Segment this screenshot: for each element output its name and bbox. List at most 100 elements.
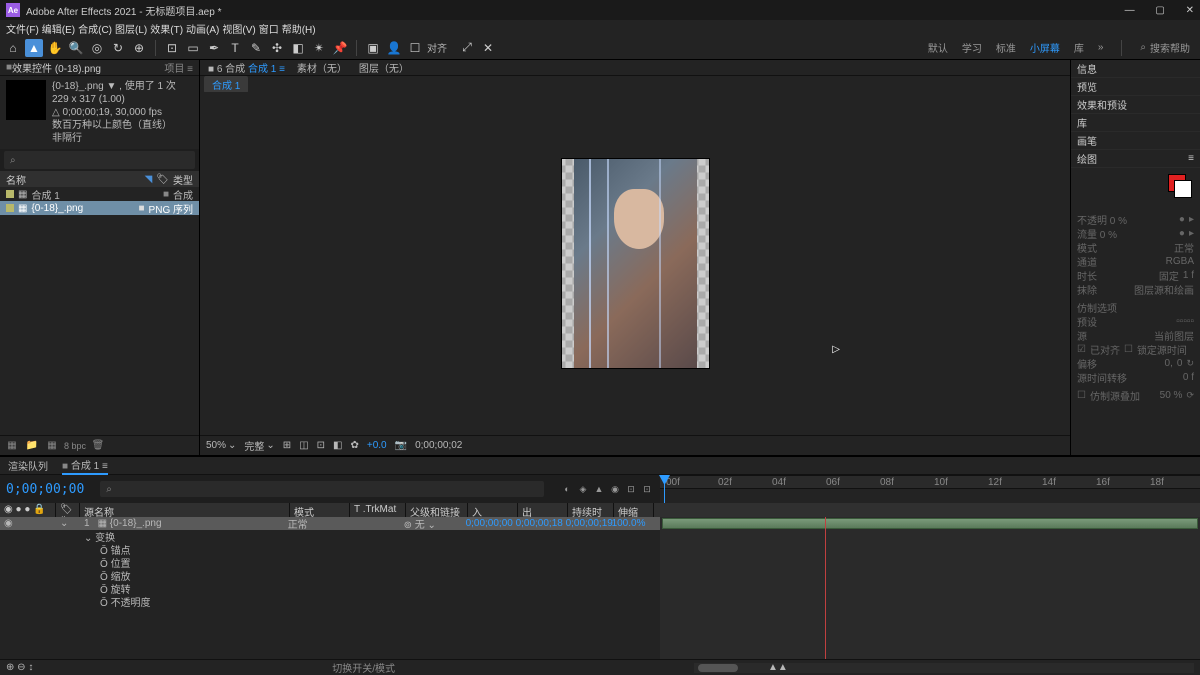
clone-tool[interactable]: ✣ [268, 39, 286, 57]
menu-file[interactable]: 文件(F) [6, 21, 39, 36]
tl-icon-2[interactable]: ◈ [576, 482, 590, 496]
eraser-tool[interactable]: ◧ [289, 39, 307, 57]
trash-button[interactable]: 🗑 [90, 438, 106, 454]
anchor-tool[interactable]: ⊡ [163, 39, 181, 57]
snapshot-button[interactable]: 📷 [395, 440, 407, 451]
workspace-standard[interactable]: 标准 [996, 40, 1016, 55]
comp-button[interactable]: ▦ [44, 438, 60, 454]
comp-tab-active[interactable]: 合成 1 ≡ [248, 64, 285, 75]
col-stretch[interactable]: 伸缩 [614, 503, 654, 517]
pickwhip-icon[interactable]: ⊚ [404, 520, 412, 531]
layer-tab[interactable]: 图层（无） [359, 60, 409, 75]
project-row-comp[interactable]: ▦ 合成 1 ■ 合成 [0, 187, 199, 201]
text-tool[interactable]: T [226, 39, 244, 57]
render-queue-tab[interactable]: 渲染队列 [8, 458, 48, 473]
preview-timecode[interactable]: 0;00;00;02 [415, 440, 462, 451]
rotate-tool[interactable]: ↻ [109, 39, 127, 57]
folder-button[interactable]: 📁 [24, 438, 40, 454]
current-timecode[interactable]: 0;00;00;00 [6, 482, 84, 497]
pen-tool[interactable]: ✒ [205, 39, 223, 57]
workspace-small[interactable]: 小屏幕 [1030, 40, 1060, 55]
tl-icon-4[interactable]: ◉ [608, 482, 622, 496]
close-button[interactable]: ✕ [1186, 5, 1194, 16]
guide-toggle[interactable]: ⊡ [317, 440, 325, 451]
hand-tool[interactable]: ✋ [46, 39, 64, 57]
workspace-more[interactable]: » [1098, 42, 1104, 53]
duration-value[interactable]: 固定 [1159, 268, 1179, 283]
snap-opt2-icon[interactable]: ✕ [479, 39, 497, 57]
erase-value[interactable]: 图层源和绘画 [1134, 282, 1194, 297]
footage-tab[interactable]: 素材（无） [297, 60, 347, 75]
user-icon[interactable]: 👤 [385, 39, 403, 57]
panel-info[interactable]: 信息 [1071, 60, 1200, 78]
effect-controls-tab[interactable]: ■ 效果控件 (0-18).png 项目 ≡ [0, 60, 199, 76]
col-parent[interactable]: 父级和链接 [406, 503, 468, 517]
col-type[interactable]: 类型 [173, 172, 193, 187]
menu-help[interactable]: 帮助(H) [282, 21, 316, 36]
interpret-button[interactable]: ▦ [4, 438, 20, 454]
orbit-tool[interactable]: ◎ [88, 39, 106, 57]
rect-tool[interactable]: ▭ [184, 39, 202, 57]
channel-toggle[interactable]: ◧ [333, 440, 342, 451]
col-trkmat[interactable]: T .TrkMat [350, 503, 406, 517]
snap-checkbox[interactable]: ☐ [406, 39, 424, 57]
panel-effects[interactable]: 效果和预设 [1071, 96, 1200, 114]
menu-animation[interactable]: 动画(A) [186, 21, 219, 36]
mode-icon[interactable]: ▣ [364, 39, 382, 57]
lock-checkbox[interactable]: 锁定源时间 [1137, 342, 1187, 357]
composition-viewer[interactable]: ▷ [200, 92, 1070, 435]
menu-edit[interactable]: 编辑(E) [42, 21, 75, 36]
menu-layer[interactable]: 图层(L) [115, 21, 147, 36]
layer-bar[interactable] [662, 518, 1198, 529]
col-mode[interactable]: 模式 [290, 503, 350, 517]
search-help[interactable]: ⌕ 搜索帮助 [1140, 40, 1190, 55]
project-row-footage[interactable]: ▦ {0-18}_.png ■ PNG 序列 [0, 201, 199, 215]
tl-icon-6[interactable]: ⊡ [640, 482, 654, 496]
panel-brush[interactable]: 画笔 [1071, 132, 1200, 150]
exposure-value[interactable]: +0.0 [367, 440, 387, 451]
col-source[interactable]: 源名称 [80, 503, 290, 517]
panel-library[interactable]: 库 [1071, 114, 1200, 132]
tl-icon-3[interactable]: ▲ [592, 482, 606, 496]
source-value[interactable]: 当前图层 [1154, 328, 1194, 343]
channel-value[interactable]: RGBA [1166, 256, 1194, 267]
bpc-button[interactable]: 8 bpc [64, 438, 86, 454]
roto-tool[interactable]: ✴ [310, 39, 328, 57]
resolution-dropdown[interactable]: 完整 ⌄ [244, 438, 274, 453]
tl-icon-1[interactable]: ◐ [560, 482, 574, 496]
minimize-button[interactable]: — [1125, 5, 1135, 16]
overlay-checkbox[interactable]: 仿制源叠加 [1090, 388, 1140, 403]
background-color[interactable] [1174, 180, 1192, 198]
col-name[interactable]: 名称 [6, 172, 26, 187]
col-dur[interactable]: 持续时间 [568, 503, 614, 517]
menu-window[interactable]: 窗口 [259, 21, 279, 36]
timeline-scrollbar[interactable]: ▲▲ [694, 663, 1194, 673]
menu-composition[interactable]: 合成(C) [78, 21, 112, 36]
maximize-button[interactable]: ▢ [1155, 5, 1164, 16]
tl-footer-btn1[interactable]: ⊕ ⊖ ↕ [6, 662, 33, 673]
col-in[interactable]: 入 [468, 503, 518, 517]
layer-stretch[interactable]: 100.0% [608, 518, 648, 529]
zoom-tool[interactable]: 🔍 [67, 39, 85, 57]
selection-tool[interactable]: ▲ [25, 39, 43, 57]
snap-opt1-icon[interactable]: ⤢ [458, 39, 476, 57]
workspace-lib[interactable]: 库 [1074, 40, 1084, 55]
layer-in[interactable]: 0;00;00;00 [462, 518, 512, 529]
panel-paint[interactable]: 绘图≡ [1071, 150, 1200, 168]
workspace-learn[interactable]: 学习 [962, 40, 982, 55]
timeline-track-area[interactable] [660, 517, 1200, 659]
comp-breadcrumb[interactable]: 合成 1 [204, 76, 248, 93]
layer-mode[interactable]: 正常 [284, 517, 344, 531]
tl-icon-5[interactable]: ⊡ [624, 482, 638, 496]
menu-view[interactable]: 视图(V) [222, 21, 255, 36]
toggle-switches[interactable]: 切换开关/模式 [33, 660, 694, 675]
project-search[interactable]: ⌕ [4, 151, 195, 169]
menu-effect[interactable]: 效果(T) [150, 21, 183, 36]
color-mgmt-icon[interactable]: ✿ [350, 440, 358, 451]
time-ruler[interactable]: 00f 02f 04f 06f 08f 10f 12f 14f 16f 18f [660, 475, 1200, 489]
mask-toggle[interactable]: ◫ [299, 440, 308, 451]
align-checkbox[interactable]: 已对齐 [1090, 342, 1120, 357]
home-button[interactable]: ⌂ [4, 39, 22, 57]
layer-parent[interactable]: 无 [415, 520, 425, 531]
grid-toggle[interactable]: ⊞ [283, 440, 291, 451]
